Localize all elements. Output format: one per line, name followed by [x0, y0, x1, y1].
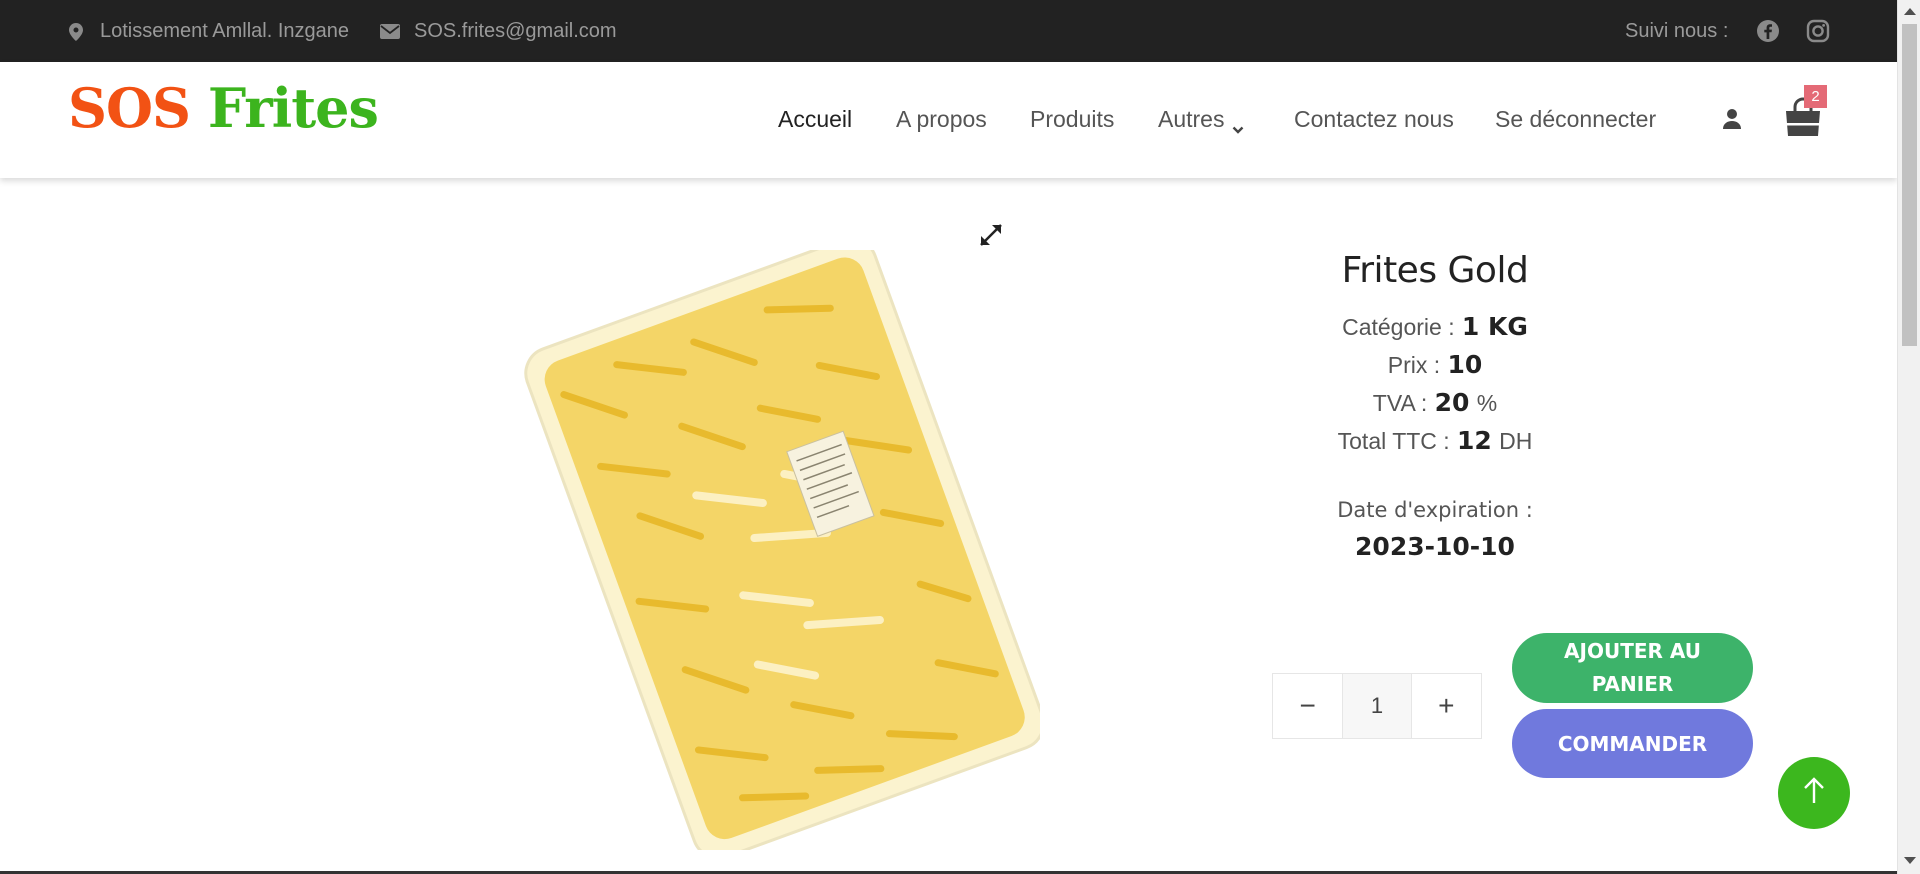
- tva-unit: %: [1476, 390, 1498, 416]
- scroll-down-arrow-icon[interactable]: [1904, 857, 1916, 864]
- envelope-icon: [380, 22, 400, 42]
- scrollbar-thumb[interactable]: [1902, 24, 1917, 346]
- brand-logo[interactable]: SOS Frites: [68, 76, 379, 140]
- cart-count-badge: 2: [1804, 85, 1827, 108]
- address-info: Lotissement Amllal. Inzgane: [66, 20, 349, 43]
- total-label: Total TTC :: [1337, 428, 1450, 454]
- user-icon[interactable]: [1722, 107, 1742, 131]
- total-row: Total TTC : 12 DH: [1225, 427, 1645, 456]
- instagram-icon[interactable]: [1806, 19, 1830, 49]
- email-text[interactable]: SOS.frites@gmail.com: [414, 20, 617, 43]
- total-value: 12: [1457, 426, 1492, 455]
- quantity-stepper: − 1 +: [1272, 673, 1482, 739]
- page-scrollbar[interactable]: [1897, 0, 1920, 874]
- order-button[interactable]: COMMANDER: [1512, 709, 1753, 778]
- chevron-down-icon: [1232, 115, 1244, 134]
- category-row: Catégorie : 1 KG: [1225, 313, 1645, 342]
- price-value: 10: [1447, 350, 1483, 379]
- address-text: Lotissement Amllal. Inzgane: [100, 20, 350, 42]
- nav-item-a-propos[interactable]: A propos: [896, 106, 987, 133]
- expand-icon[interactable]: [978, 222, 1004, 248]
- scroll-up-arrow-icon[interactable]: [1904, 8, 1916, 15]
- category-value: 1 KG: [1461, 312, 1528, 341]
- nav-item-se-deconnecter[interactable]: Se déconnecter: [1495, 106, 1656, 133]
- expiry-label: Date d'expiration :: [1337, 498, 1533, 522]
- nav-item-autres[interactable]: Autres: [1158, 106, 1244, 134]
- add-to-cart-button[interactable]: AJOUTER AU PANIER: [1512, 633, 1753, 703]
- nav-item-accueil[interactable]: Accueil: [778, 106, 852, 133]
- brand-logo-part2: Frites: [207, 76, 379, 140]
- decrement-button[interactable]: −: [1273, 674, 1342, 738]
- category-label: Catégorie :: [1342, 314, 1455, 340]
- tva-row: TVA : 20 %: [1225, 389, 1645, 418]
- top-info-bar: Lotissement Amllal. Inzgane SOS.frites@g…: [0, 0, 1897, 62]
- tva-label: TVA :: [1372, 390, 1428, 416]
- expiry-date: 2023-10-10: [1355, 532, 1515, 561]
- site-header: SOS Frites Accueil A propos Produits Aut…: [0, 62, 1897, 178]
- nav-item-autres-label: Autres: [1158, 106, 1225, 132]
- map-marker-icon: [66, 22, 86, 42]
- product-details: Frites Gold Catégorie : 1 KG Prix : 10 T…: [1225, 250, 1645, 561]
- nav-item-produits[interactable]: Produits: [1030, 106, 1114, 133]
- product-title: Frites Gold: [1341, 250, 1529, 291]
- arrow-up-icon: [1802, 776, 1826, 810]
- follow-label: Suivi nous :: [1625, 20, 1729, 42]
- price-row: Prix : 10: [1225, 351, 1645, 380]
- email-info[interactable]: SOS.frites@gmail.com: [380, 20, 617, 43]
- increment-button[interactable]: +: [1412, 674, 1481, 738]
- currency: DH: [1499, 428, 1533, 454]
- back-to-top-button[interactable]: [1778, 757, 1850, 829]
- tva-value: 20: [1434, 388, 1470, 417]
- price-label: Prix :: [1387, 352, 1441, 378]
- nav-item-contactez-nous[interactable]: Contactez nous: [1294, 106, 1454, 133]
- product-image: [520, 237, 1046, 860]
- quantity-value[interactable]: 1: [1342, 674, 1412, 738]
- brand-logo-part1: SOS: [68, 76, 191, 140]
- facebook-icon[interactable]: [1756, 19, 1780, 49]
